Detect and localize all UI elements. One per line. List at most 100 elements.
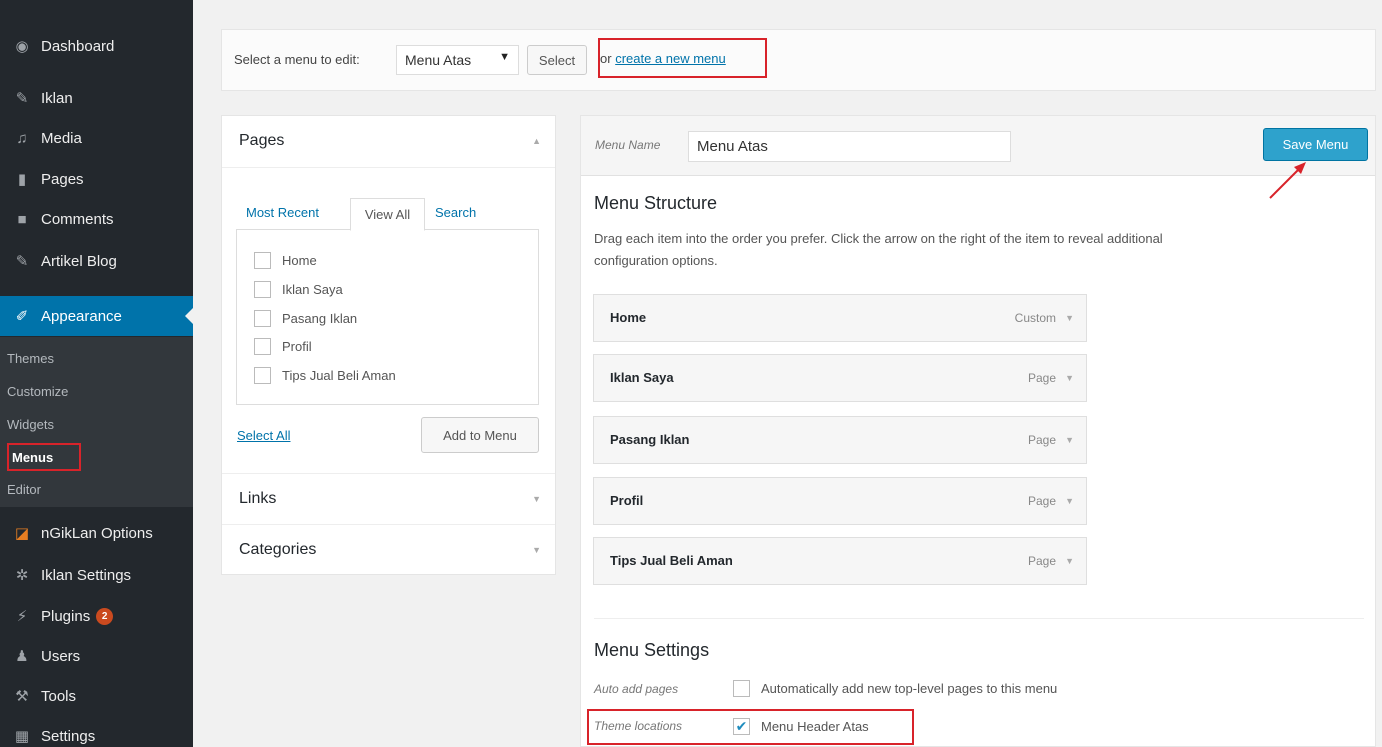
menu-item-title: Tips Jual Beli Aman [610, 553, 733, 568]
menu-item[interactable]: Iklan Saya Page ▼ [593, 354, 1087, 402]
auto-add-pages-text: Automatically add new top-level pages to… [761, 681, 1058, 696]
chevron-down-icon: ▼ [532, 545, 541, 555]
list-item[interactable]: Tips Jual Beli Aman [254, 367, 396, 384]
menu-item-title: Home [610, 310, 647, 325]
sidebar-item-label: Tools [41, 687, 77, 705]
tab-view-all[interactable]: View All [350, 198, 425, 231]
sidebar-item-users[interactable]: ♟ Users [0, 637, 193, 675]
arrow-annotation-icon [1269, 162, 1306, 199]
select-menu-label: Select a menu to edit: [234, 52, 360, 67]
pages-accordion-header[interactable]: Pages ▲ [222, 116, 555, 168]
checkbox[interactable] [254, 281, 271, 298]
menu-item[interactable]: Home Custom ▼ [593, 294, 1087, 342]
page-label: Iklan Saya [282, 282, 343, 297]
links-section-title: Links [239, 490, 277, 507]
sidebar-item-appearance[interactable]: ✐ Appearance [0, 296, 193, 336]
wrench-icon: ⚒ [15, 688, 29, 705]
list-item[interactable]: Iklan Saya [254, 281, 343, 298]
menu-select-value: Menu Atas [405, 52, 472, 68]
chevron-down-icon[interactable]: ▼ [1065, 496, 1074, 506]
page-label: Pasang Iklan [282, 311, 358, 326]
sidebar-item-media[interactable]: ♫ Media [0, 119, 193, 157]
paintbrush-icon: ✐ [15, 308, 29, 325]
menu-select-dropdown[interactable]: Menu Atas ▼ [396, 45, 519, 75]
menu-item-type: Page [1027, 494, 1056, 508]
categories-section-title: Categories [239, 541, 317, 558]
tab-search[interactable]: Search [435, 205, 476, 220]
sidebar-item-dashboard[interactable]: ◉ Dashboard [0, 27, 193, 65]
chevron-down-icon[interactable]: ▼ [1065, 556, 1074, 566]
sidebar-item-pages[interactable]: ▮ Pages [0, 160, 193, 198]
checkbox[interactable] [254, 367, 271, 384]
chevron-down-icon[interactable]: ▼ [1065, 373, 1074, 383]
media-icon: ♫ [16, 129, 28, 147]
submenu-item-widgets[interactable]: Widgets [7, 417, 54, 432]
add-to-menu-button[interactable]: Add to Menu [421, 417, 539, 453]
menu-select-bar: Select a menu to edit: Menu Atas ▼ Selec… [221, 29, 1376, 91]
select-all-link[interactable]: Select All [237, 428, 290, 443]
chevron-down-icon: ▼ [532, 494, 541, 504]
submenu-item-customize[interactable]: Customize [7, 384, 68, 399]
sidebar-item-iklan[interactable]: ✎ Iklan [0, 79, 193, 117]
menu-item[interactable]: Profil Page ▼ [593, 477, 1087, 525]
checkbox[interactable] [254, 252, 271, 269]
page-label: Tips Jual Beli Aman [282, 368, 396, 383]
menu-item-title: Profil [610, 493, 644, 508]
sidebar-item-label: Settings [41, 727, 96, 745]
sidebar-item-plugins[interactable]: ⚡ Plugins 2 [0, 597, 193, 635]
checkbox[interactable] [254, 310, 271, 327]
sidebar-item-settings[interactable]: ▦ Settings [0, 717, 193, 747]
links-accordion-header[interactable]: Links ▼ [222, 473, 555, 525]
create-menu-highlight-box [598, 38, 767, 78]
sidebar-item-label: Pages [41, 170, 84, 188]
sidebar-item-label: Users [41, 647, 81, 665]
menu-header: Menu Name Menu Atas [581, 116, 1375, 176]
sidebar-item-ngiklan-options[interactable]: ◪ nGikLan Options [0, 514, 193, 552]
submenu-item-themes[interactable]: Themes [7, 351, 54, 366]
pages-section-title: Pages [239, 132, 285, 149]
menu-item[interactable]: Pasang Iklan Page ▼ [593, 416, 1087, 464]
checkbox[interactable] [733, 680, 750, 697]
submenu-item-editor[interactable]: Editor [7, 482, 41, 497]
sidebar-item-label: Iklan Settings [41, 566, 132, 584]
sidebar-item-label: Plugins [41, 607, 91, 625]
menu-settings-title: Menu Settings [594, 640, 710, 660]
list-item[interactable]: Profil [254, 338, 312, 355]
tab-most-recent[interactable]: Most Recent [246, 205, 319, 220]
chevron-down-icon[interactable]: ▼ [1065, 435, 1074, 445]
gear-icon: ✲ [15, 567, 29, 584]
list-item[interactable]: Pasang Iklan [254, 310, 357, 327]
auto-add-pages-label: Auto add pages [594, 682, 679, 696]
save-menu-button[interactable]: Save Menu [1263, 128, 1368, 161]
menu-item-title: Pasang Iklan [610, 432, 690, 447]
auto-add-pages-option[interactable]: Automatically add new top-level pages to… [733, 680, 1057, 697]
menus-highlight-box [7, 443, 81, 471]
list-item[interactable]: Home [254, 252, 317, 269]
appearance-submenu: Themes Customize Widgets Menus Editor [0, 337, 193, 507]
menu-name-label: Menu Name [595, 138, 661, 152]
sidebar-item-comments[interactable]: ■ Comments [0, 200, 193, 238]
page-label: Home [282, 253, 317, 268]
menu-item-title: Iklan Saya [610, 370, 674, 385]
categories-accordion-header[interactable]: Categories ▼ [222, 525, 555, 577]
sidebar-item-tools[interactable]: ⚒ Tools [0, 677, 193, 715]
active-indicator [185, 308, 193, 324]
sidebar-item-label: Media [41, 129, 82, 147]
sidebar-item-label: Iklan [41, 89, 73, 107]
select-button[interactable]: Select [527, 45, 587, 75]
menu-item-type: Page [1027, 433, 1056, 447]
sidebar-item-label: Dashboard [41, 37, 115, 55]
sidebar-item-iklan-settings[interactable]: ✲ Iklan Settings [0, 556, 193, 594]
sidebar-item-label: Appearance [41, 307, 122, 325]
sidebar-item-artikel-blog[interactable]: ✎ Artikel Blog [0, 242, 193, 280]
checkbox[interactable] [254, 338, 271, 355]
pin-icon: ✎ [15, 90, 29, 107]
menu-name-input[interactable]: Menu Atas [688, 131, 1011, 162]
description-line: Drag each item into the order you prefer… [594, 231, 1163, 246]
chevron-down-icon: ▼ [499, 51, 510, 63]
chevron-down-icon[interactable]: ▼ [1065, 313, 1074, 323]
chevron-up-icon: ▲ [532, 136, 541, 146]
menu-structure-title: Menu Structure [594, 193, 718, 213]
menu-item[interactable]: Tips Jual Beli Aman Page ▼ [593, 537, 1087, 585]
menu-item-type: Page [1027, 554, 1056, 568]
